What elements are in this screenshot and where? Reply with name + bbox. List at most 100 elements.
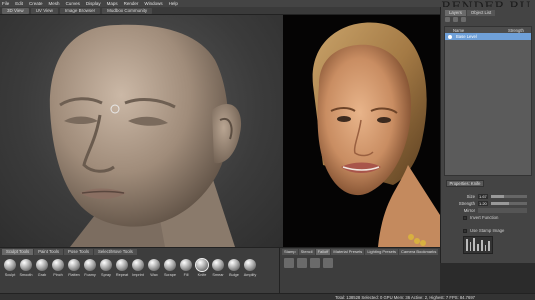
layers-list: Name Strength Base Level [444,26,532,176]
menu-create[interactable]: Create [29,1,43,6]
tool-label: Grab [37,273,47,277]
tool-flatten[interactable]: Flatten [67,259,81,277]
tool-fill[interactable]: Fill [179,259,193,277]
tool-knife[interactable]: Knife [195,258,209,277]
tool-label: Smear [212,273,224,277]
tool-pinch[interactable]: Pinch [51,259,65,277]
column-name: Name [453,27,465,33]
stamp-checkbox[interactable] [463,228,467,233]
mirror-dropdown[interactable] [478,208,527,213]
tool-sculpt[interactable]: Sculpt [3,259,17,277]
use-stamp-option[interactable]: Use Stamp Image [441,227,535,234]
property-mirror: Mirror [441,207,535,214]
tool-foamy[interactable]: Foamy [83,259,97,277]
tab-paint-tools[interactable]: Paint Tools [34,249,64,255]
size-field[interactable]: 1.67 [478,194,488,199]
right-panel-tabs: Layers Object List [441,7,535,16]
menu-display[interactable]: Display [86,1,101,6]
tool-label: Foamy [84,273,96,277]
menu-windows[interactable]: Windows [144,1,162,6]
tab-select-move-tools[interactable]: Select/Move Tools [94,249,137,255]
menu-edit[interactable]: Edit [15,1,23,6]
tab-3d-view[interactable]: 3D View [2,7,29,14]
new-layer-icon[interactable] [445,17,450,22]
tab-uv-view[interactable]: UV View [30,7,58,14]
tool-grab[interactable]: Grab [35,259,49,277]
tool-imprint[interactable]: Imprint [131,259,145,277]
tool-amplify[interactable]: Amplify [243,259,257,277]
tab-stamp[interactable]: Stamp [282,249,298,255]
tab-image-browser[interactable]: Image Browser [59,7,101,14]
reference-face-image [283,15,440,247]
column-strength: Strength [508,27,524,33]
tab-material-presets[interactable]: Material Presets [331,249,365,255]
menu-help[interactable]: Help [169,1,178,6]
tool-label: Pinch [53,273,63,277]
tab-stencil[interactable]: Stencil [298,249,315,255]
duplicate-layer-icon[interactable] [453,17,458,22]
falloff-thumbnail[interactable] [284,258,294,268]
sculpt-tool-shelf: Sculpt Tools Paint Tools Pose Tools Sele… [0,247,279,293]
menu-maps[interactable]: Maps [107,1,118,6]
tab-mudbox-community[interactable]: Mudbox Community [102,7,153,14]
tab-layers[interactable]: Layers [445,10,466,16]
flatten-icon [68,259,80,271]
tool-smear[interactable]: Smear [211,259,225,277]
falloff-thumbnail[interactable] [310,258,320,268]
tab-lighting-presets[interactable]: Lighting Presets [365,249,398,255]
properties-button[interactable]: Properties: Knife [446,180,484,187]
falloff-thumbnail[interactable] [323,258,333,268]
foamy-icon [84,259,96,271]
size-label: Size [466,194,475,199]
tool-label: Smooth [19,273,33,277]
size-slider[interactable] [491,195,527,198]
tool-label: Wax [150,273,158,277]
falloff-thumbnails [280,255,440,271]
right-panel: Layers Object List Name Strength Base Le… [440,7,535,263]
tab-pose-tools[interactable]: Pose Tools [64,249,93,255]
tool-label: Repeat [115,273,129,277]
knife-icon [195,258,209,272]
delete-layer-icon[interactable] [461,17,466,22]
smooth-icon [20,259,32,271]
strength-field[interactable]: 1.20 [478,201,488,206]
amplify-icon [244,259,256,271]
falloff-graph[interactable] [463,236,493,254]
layer-row[interactable]: Base Level [445,33,531,40]
tab-sculpt-tools[interactable]: Sculpt Tools [2,249,34,255]
tool-label: Fill [183,273,189,277]
tool-repeat[interactable]: Repeat [115,259,129,277]
menu-render[interactable]: Render [124,1,139,6]
tab-object-list[interactable]: Object List [466,10,496,16]
tool-bulge[interactable]: Bulge [227,259,241,277]
falloff-thumbnail[interactable] [297,258,307,268]
tool-scrape[interactable]: Scrape [163,259,177,277]
tool-label: Imprint [132,273,144,277]
tool-wax[interactable]: Wax [147,259,161,277]
tool-label: Flatten [68,273,80,277]
tool-label: Scrape [163,273,177,277]
repeat-icon [116,259,128,271]
sculpt-icon [4,259,16,271]
tool-spray[interactable]: Spray [99,259,113,277]
invert-function-option[interactable]: Invert Function [441,214,535,221]
view-tabs: 3D View UV View Image Browser Mudbox Com… [0,7,440,15]
tab-camera-bookmarks[interactable]: Camera Bookmarks [399,249,439,255]
fill-icon [180,259,192,271]
invert-checkbox[interactable] [463,215,467,220]
menu-file[interactable]: File [2,1,9,6]
tool-label: Sculpt [4,273,16,277]
wax-icon [148,259,160,271]
grab-icon [36,259,48,271]
3d-viewport[interactable] [0,15,283,247]
strength-slider[interactable] [491,202,527,205]
tool-label: Spray [101,273,111,277]
visibility-icon[interactable] [448,34,452,39]
scrape-icon [164,259,176,271]
menu-curves[interactable]: Curves [66,1,80,6]
tool-smooth[interactable]: Smooth [19,259,33,277]
tab-falloff[interactable]: Falloff [315,249,331,255]
reference-photo [283,15,440,247]
menu-mesh[interactable]: Mesh [49,1,60,6]
strength-label: Strength [458,201,475,206]
